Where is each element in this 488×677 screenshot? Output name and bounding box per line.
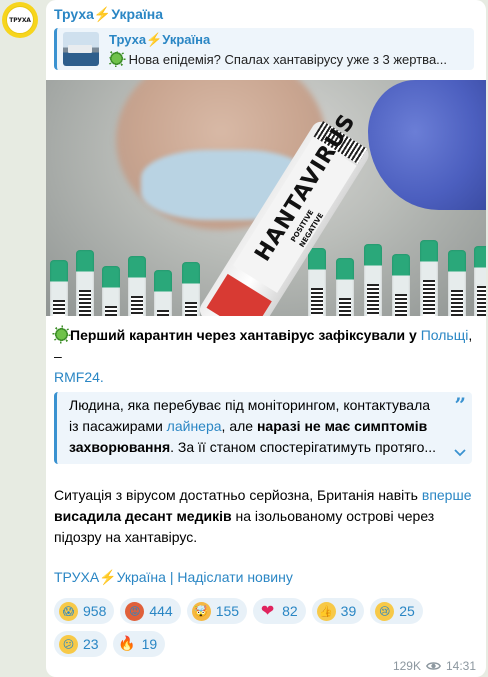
reaction-count: 39 [340,603,357,619]
rage-emoji: 😡 [125,601,145,621]
virus-icon [54,327,69,342]
reaction-rage[interactable]: 😡 444 [120,598,181,624]
exploding-head-emoji: 🤯 [191,601,211,621]
reaction-count: 155 [215,603,240,619]
reaction-count: 25 [399,603,415,619]
sad-emoji: 😢 [375,601,395,621]
reaction-fire[interactable]: 🔥 19 [112,631,166,657]
link-liner[interactable]: лайнера [167,418,222,434]
eye-icon [425,662,441,670]
channel-avatar-text: ТРУХА [6,6,34,34]
reply-preview[interactable]: Труха⚡Україна Нова епідемія? Спалах хант… [54,28,474,70]
post-photo[interactable]: HANTAVIRUS POSITIVE NEGATIVE [46,80,486,316]
reaction-scream[interactable]: 😱 958 [54,598,115,624]
reaction-sad[interactable]: 😢 25 [370,598,423,624]
reply-text-content: Нова епідемія? Спалах хантавірусу уже з … [128,52,448,67]
reaction-exploding-head[interactable]: 🤯 155 [186,598,248,624]
channel-avatar[interactable]: ТРУХА [2,2,38,38]
fire-emoji: 🔥 [118,636,136,652]
heart-emoji: ❤ [260,601,275,620]
reaction-count: 19 [141,636,158,652]
reply-thumbnail [63,32,99,66]
channel-name[interactable]: Труха⚡Україна [54,6,163,23]
reaction-confused[interactable]: 😕 23 [54,631,107,657]
reaction-heart[interactable]: ❤ 82 [253,598,306,624]
channel-footer-link[interactable]: ТРУХА⚡Україна | Надіслати новину [54,569,293,586]
post-headline: Перший карантин через хантавірус зафіксу… [54,327,473,385]
reaction-count: 444 [149,603,173,619]
confused-emoji: 😕 [59,634,78,654]
scream-emoji: 😱 [59,601,78,621]
blockquote[interactable]: Людина, яка перебуває під моніторингом, … [54,392,472,464]
glove [368,80,486,210]
chevron-down-icon[interactable] [454,446,466,458]
message-meta: 129K 14:31 [393,659,476,673]
reaction-thumbs-up[interactable]: 👍 39 [311,598,365,624]
reaction-count: 82 [282,603,298,619]
reply-text: Нова епідемія? Спалах хантавірусу уже з … [109,51,471,67]
quote-icon: ” [454,393,466,417]
link-poland[interactable]: Польщі [421,327,469,343]
reactions-bar: 😱 958 😡 444 🤯 155 ❤ 82 👍 39 😢 25 😕 23 🔥 19 [54,598,474,657]
link-first-time[interactable]: вперше [422,487,472,503]
reaction-count: 958 [83,603,107,619]
link-source[interactable]: RMF24. [54,369,104,385]
quote-text: Людина, яка перебуває під моніторингом, … [69,397,437,455]
message-bubble: Труха⚡Україна Труха⚡Україна Нова епідемі… [46,0,486,677]
reaction-count: 23 [83,636,99,652]
views-count: 129K [392,659,421,673]
post-paragraph: Ситуація з вірусом достатньо серйозна, Б… [54,487,472,545]
message-time: 14:31 [445,659,476,673]
virus-icon [109,51,124,66]
reply-title: Труха⚡Україна [109,32,211,47]
thumbs-up-emoji: 👍 [316,601,336,621]
